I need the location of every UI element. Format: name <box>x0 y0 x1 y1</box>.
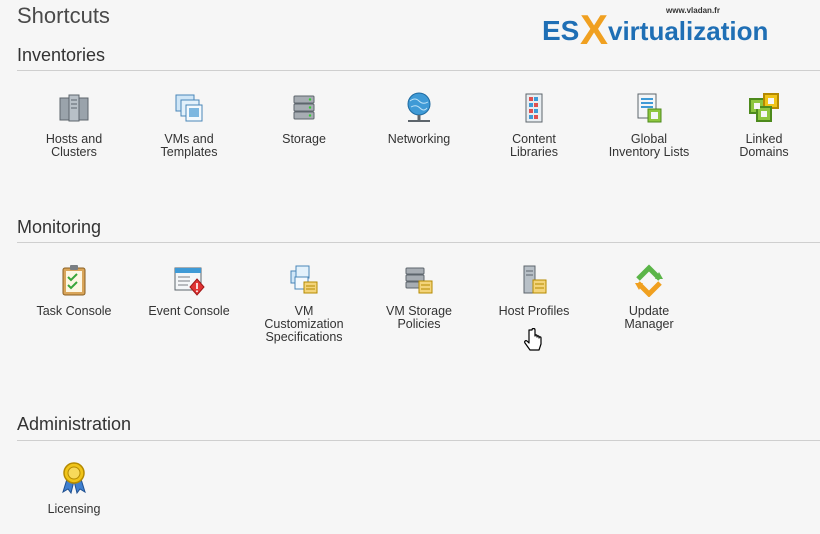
networking-icon <box>402 91 436 125</box>
shortcut-label: Content Libraries <box>510 132 558 159</box>
shortcut-vms-and-templates[interactable]: VMs and Templates <box>133 91 245 159</box>
shortcut-label: VMs and Templates <box>160 132 218 159</box>
section-divider <box>17 440 820 441</box>
esxvirtualization-logo: ES X virtualization www.vladan.fr <box>542 4 812 48</box>
section-divider <box>17 242 820 243</box>
storage-icon <box>287 91 321 125</box>
shortcut-label: Storage <box>282 132 326 146</box>
shortcut-label: Global Inventory Lists <box>608 132 690 159</box>
shortcut-content-libraries[interactable]: Content Libraries <box>478 91 590 159</box>
hosts-clusters-icon <box>57 91 91 125</box>
vms-templates-icon <box>172 91 206 125</box>
shortcut-networking[interactable]: Networking <box>363 91 475 146</box>
shortcut-storage[interactable]: Storage <box>248 91 360 146</box>
shortcut-label: Task Console <box>36 304 112 318</box>
shortcut-label: Event Console <box>148 304 230 318</box>
shortcut-task-console[interactable]: Task Console <box>18 263 130 318</box>
svg-text:virtualization: virtualization <box>608 16 768 46</box>
vm-storage-policies-icon <box>402 263 436 297</box>
shortcut-update-manager[interactable]: Update Manager <box>593 263 705 331</box>
shortcut-host-profiles[interactable]: Host Profiles <box>478 263 590 318</box>
linked-domains-icon <box>747 91 781 125</box>
vm-customization-icon <box>287 263 321 297</box>
shortcut-label: Linked Domains <box>739 132 789 159</box>
shortcut-label: Networking <box>387 132 451 146</box>
shortcut-vm-customization-specifications[interactable]: VM Customization Specifications <box>248 263 360 344</box>
shortcut-hosts-and-clusters[interactable]: Hosts and Clusters <box>18 91 130 159</box>
shortcut-label: Hosts and Clusters <box>45 132 103 159</box>
shortcut-vm-storage-policies[interactable]: VM Storage Policies <box>363 263 475 331</box>
shortcut-linked-domains[interactable]: Linked Domains <box>708 91 820 159</box>
svg-text:X: X <box>580 6 608 48</box>
page-title: Shortcuts <box>17 3 110 28</box>
task-console-icon <box>57 263 91 297</box>
shortcut-label: Update Manager <box>624 304 674 331</box>
shortcut-licensing[interactable]: Licensing <box>18 461 130 516</box>
update-manager-icon <box>632 263 666 297</box>
licensing-icon <box>57 461 91 495</box>
section-title-administration: Administration <box>17 414 132 434</box>
shortcut-label: VM Customization Specifications <box>264 304 344 344</box>
host-profiles-icon <box>517 263 551 297</box>
content-libraries-icon <box>517 91 551 125</box>
section-divider <box>17 70 820 71</box>
svg-text:www.vladan.fr: www.vladan.fr <box>665 6 720 15</box>
shortcut-label: VM Storage Policies <box>385 304 452 331</box>
section-title-monitoring: Monitoring <box>17 217 102 237</box>
shortcut-global-inventory-lists[interactable]: Global Inventory Lists <box>593 91 705 159</box>
event-console-icon <box>172 263 206 297</box>
global-inventory-icon <box>632 91 666 125</box>
shortcut-label: Licensing <box>47 502 101 516</box>
shortcut-event-console[interactable]: Event Console <box>133 263 245 318</box>
section-title-inventories: Inventories <box>17 45 106 65</box>
svg-text:ES: ES <box>542 15 579 46</box>
shortcut-label: Host Profiles <box>498 304 570 318</box>
hand-cursor-icon <box>523 327 543 356</box>
